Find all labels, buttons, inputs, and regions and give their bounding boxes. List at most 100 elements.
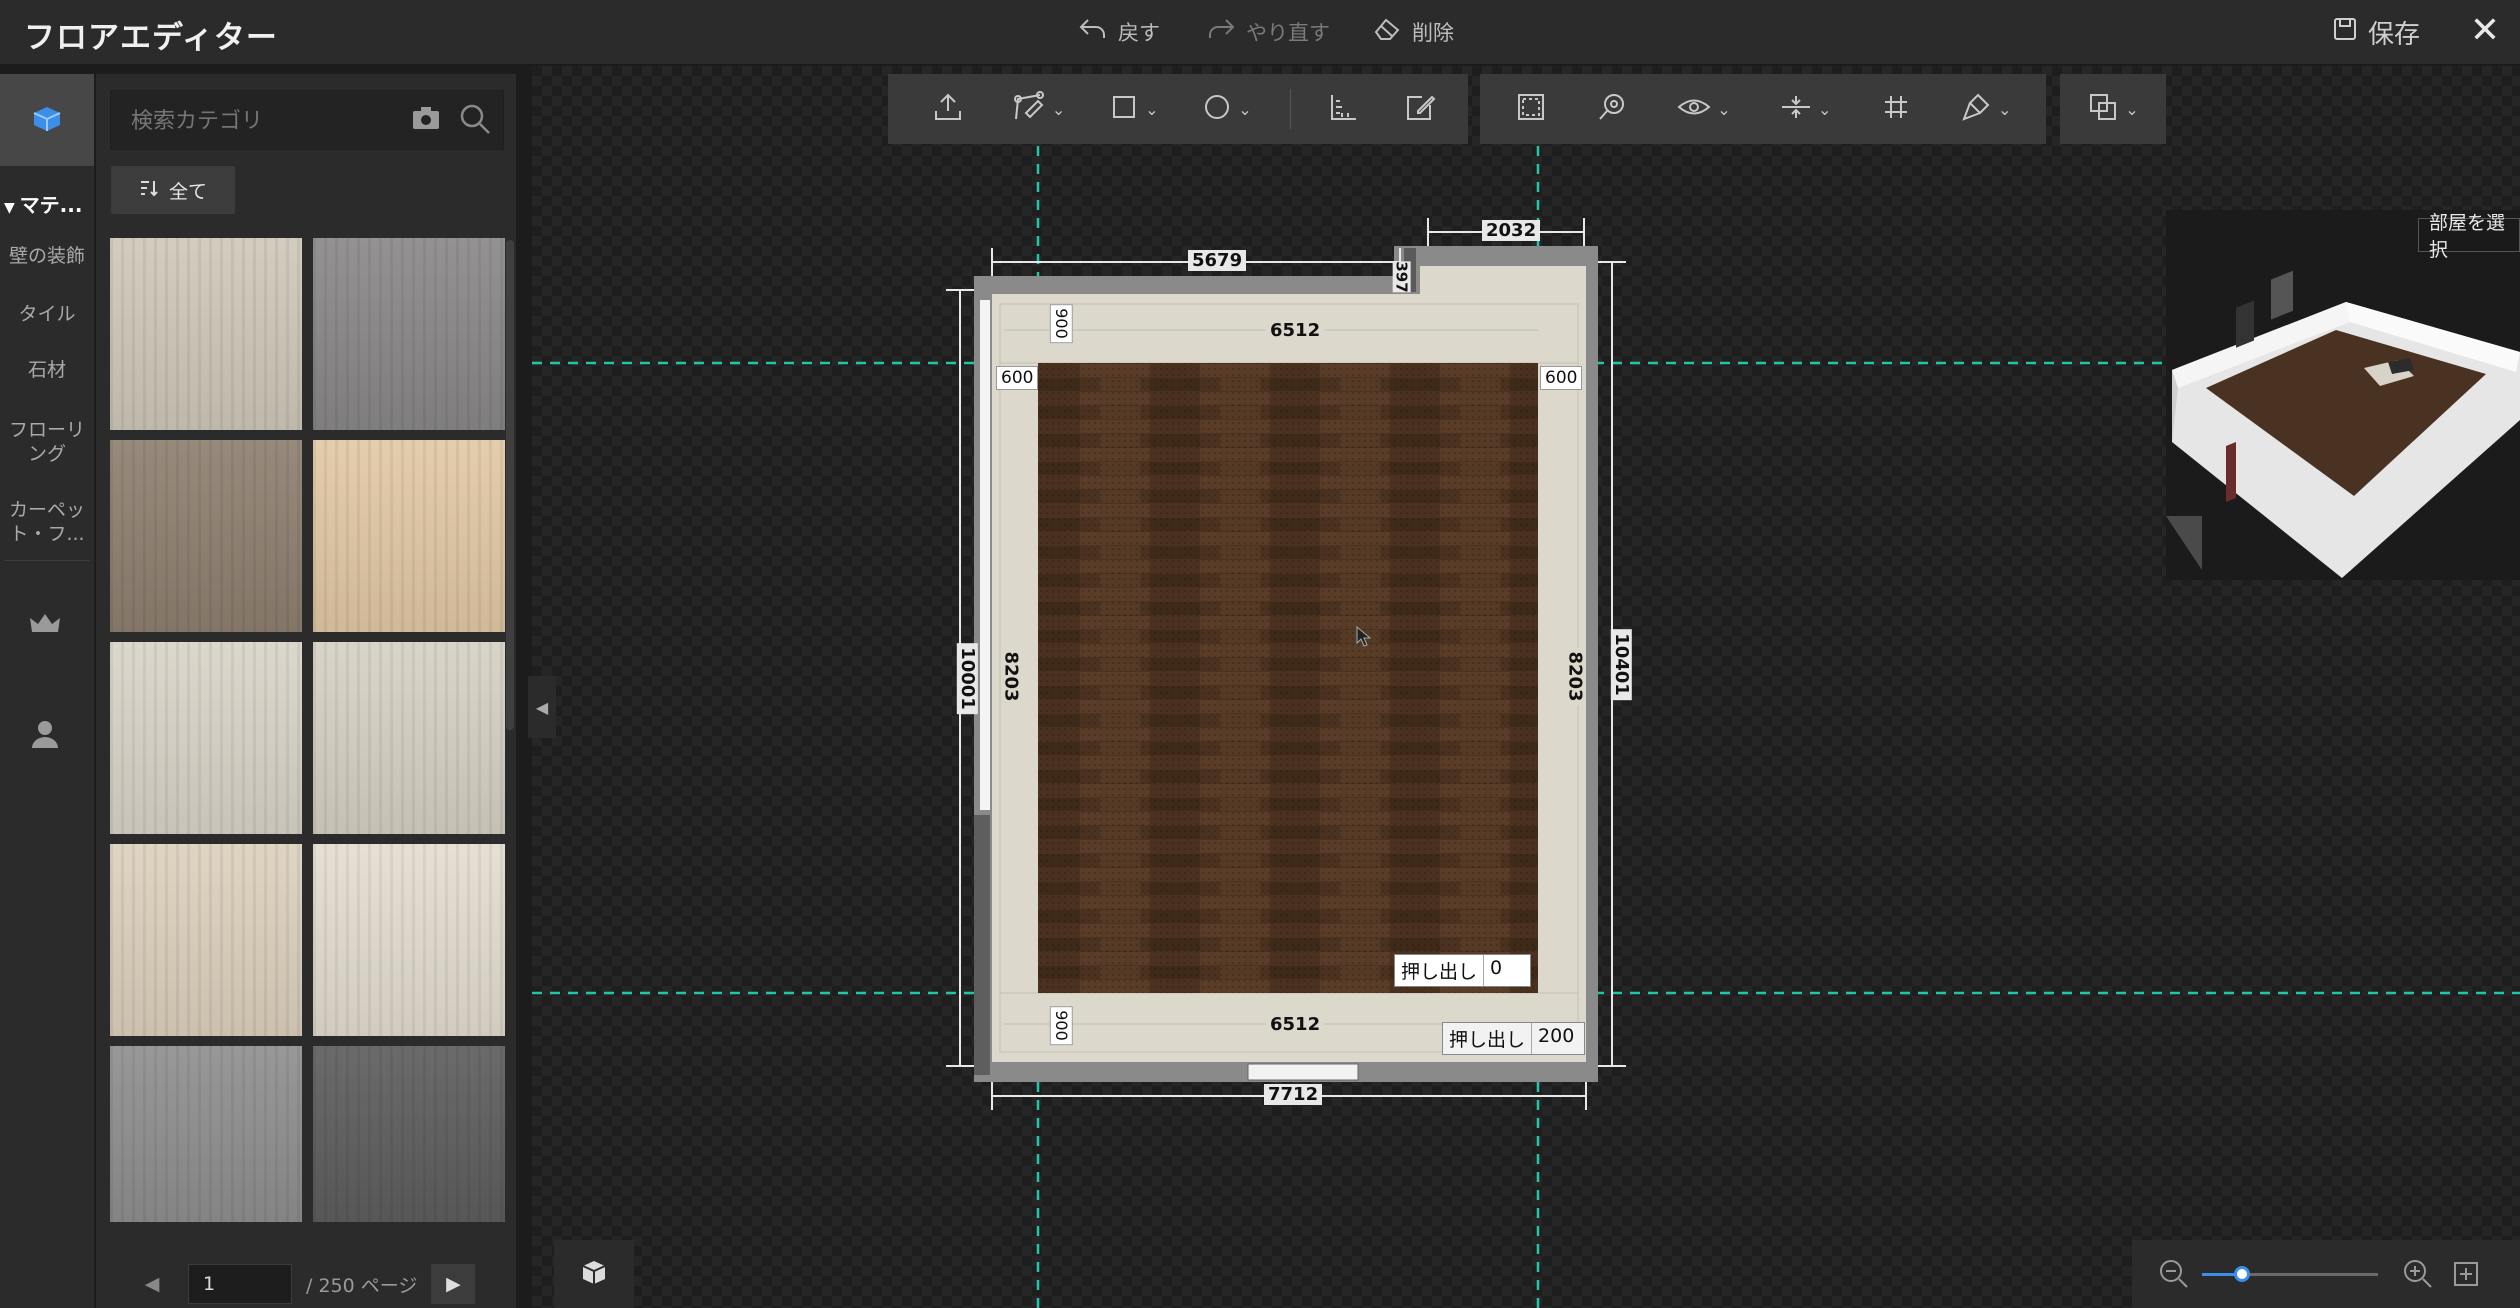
material-tile-gray-fabric[interactable] [313,238,505,430]
category-carpet[interactable]: カーペッ ト・フ... [0,498,94,546]
material-tile-beige-marble[interactable] [110,642,302,834]
layers-tool[interactable]: ⌄ [2081,84,2144,134]
extrude-outer-value[interactable]: 200 [1532,1023,1584,1054]
materials-tab[interactable] [0,74,94,166]
ruler-tool[interactable] [1322,84,1366,134]
chevron-down-icon: ⌄ [1051,99,1066,119]
save-label: 保存 [2367,20,2420,50]
material-tile-check-tile[interactable] [313,844,505,1036]
page-prev-button[interactable]: ◀ [130,1264,174,1304]
toolbar-separator [1289,89,1291,129]
dim-top-offset[interactable]: 900 [1049,304,1073,343]
chevron-down-icon: ⌄ [1717,99,1731,119]
fit-view-icon[interactable] [2452,1260,2480,1292]
extrude-inner-value[interactable]: 0 [1484,955,1530,986]
delete-label: 削除 [1412,20,1454,45]
square-icon [1109,92,1139,126]
save-button[interactable]: 保存 [2332,14,2420,51]
grid-hash-icon [1881,92,1911,126]
filter-all-label: 全て [168,180,207,203]
toolbar-group-view: ⌄ ⌄ ⌄ [1480,74,2046,144]
zoom-out-icon[interactable] [2158,1258,2190,1294]
zoom-in-icon[interactable] [2402,1258,2434,1294]
circle-icon [1202,92,1232,126]
dim-top-right: 2032 [1482,220,1541,241]
redo-label: やり直す [1246,20,1330,45]
extrude-label: 押し出し [1395,955,1485,986]
collapse-panel-handle[interactable]: ◀ [528,676,556,738]
search-input[interactable] [129,105,383,137]
circle-tool[interactable]: ⌄ [1196,84,1257,134]
search-icon[interactable] [459,103,491,139]
redo-icon [1206,16,1236,47]
extrude-inner-field[interactable]: 押し出し 0 [1394,954,1532,987]
zoom-bar [2132,1240,2520,1308]
camera-icon[interactable] [411,105,441,135]
chevron-down-icon: ⌄ [1817,99,1832,119]
category-tile[interactable]: タイル [0,302,94,326]
dim-bottom-offset[interactable]: 900 [1049,1006,1073,1045]
material-tile-light-wood[interactable] [110,238,302,430]
paint-tool[interactable]: ⌄ [1954,84,2017,134]
grid-tool[interactable] [1875,84,1917,134]
dim-right-offset[interactable]: 600 [1540,366,1583,390]
edit-tool[interactable] [1398,84,1442,134]
visibility-tool[interactable]: ⌄ [1671,84,1736,134]
eraser-icon [1372,16,1402,47]
dim-top-left: 5679 [1188,250,1247,271]
category-wall-decor[interactable]: 壁の装飾 [0,244,94,268]
page-number-input[interactable] [188,1264,292,1304]
toolbar-group-draw: ⌄ ⌄ ⌄ [980,74,1468,144]
extrude-outer-field[interactable]: 押し出し 200 [1442,1022,1586,1055]
chevron-down-icon: ⌄ [2125,99,2139,119]
search-area-tool[interactable] [1590,84,1634,134]
app-title: フロアエディター [24,20,278,56]
page-total: / 250 ページ [306,1274,418,1297]
undo-button[interactable]: 戻す [1078,16,1160,47]
page-next-button[interactable]: ▶ [431,1264,476,1304]
align-icon [1780,92,1812,126]
view-3d-button[interactable] [554,1240,634,1308]
crown-icon[interactable] [28,610,62,642]
material-tile-travertine[interactable] [110,844,302,1036]
material-scrollbar[interactable] [506,240,514,730]
draw-wall-tool[interactable]: ⌄ [1006,84,1071,134]
dim-right-inner: 8203 [1564,647,1586,706]
category-flooring[interactable]: フローリ ング [0,418,94,466]
3d-preview[interactable] [2166,210,2520,580]
zoom-slider-thumb[interactable] [2234,1266,2250,1282]
filter-all-button[interactable]: 全て [111,166,235,214]
material-tile-birch-wood[interactable] [313,440,505,632]
cube-icon [579,1257,609,1291]
dim-left-offset[interactable]: 600 [996,366,1039,390]
dim-bottom: 7712 [1264,1084,1323,1105]
material-tile-dark-check[interactable] [313,1046,505,1222]
magnifier-area-icon [1596,91,1628,127]
select-frame-icon [1515,91,1547,127]
material-tile-rustic-wood[interactable] [110,440,302,632]
close-button[interactable]: ✕ [2470,10,2500,51]
dim-inner-top: 6512 [1266,320,1325,341]
edit-icon [1404,91,1436,127]
divider [4,560,90,561]
layers-icon [2087,91,2119,127]
select-room-tooltip[interactable]: 部屋を選択 [2418,212,2520,261]
upload-button[interactable] [926,84,970,134]
align-tool[interactable]: ⌄ [1774,84,1837,134]
delete-button[interactable]: 削除 [1372,16,1454,47]
mouse-cursor-icon [1356,625,1372,652]
redo-button[interactable]: やり直す [1206,16,1330,47]
select-area-tool[interactable] [1509,84,1553,134]
paint-brush-icon [1960,91,1992,127]
undo-label: 戻す [1118,20,1160,45]
chevron-down-icon: ⌄ [1997,99,2012,119]
category-materials[interactable]: ▼ マテ... [4,189,82,218]
user-icon[interactable] [30,718,60,754]
upload-icon [932,91,964,127]
material-tile-gray-stone[interactable] [110,1046,302,1222]
material-tile-pale-wood[interactable] [313,642,505,834]
category-stone[interactable]: 石材 [0,358,94,382]
rectangle-tool[interactable]: ⌄ [1103,84,1164,134]
ruler-icon [1328,91,1360,127]
material-cube-icon [30,103,64,137]
